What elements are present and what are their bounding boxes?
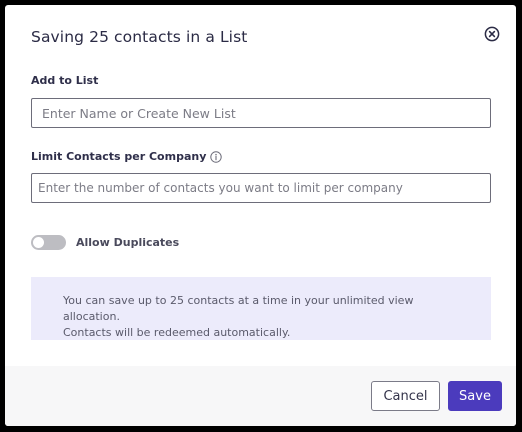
add-to-list-label: Add to List bbox=[31, 74, 99, 87]
dialog-title: Saving 25 contacts in a List bbox=[31, 28, 248, 46]
limit-contacts-label: Limit Contacts per Company bbox=[31, 150, 207, 163]
cancel-button[interactable]: Cancel bbox=[371, 381, 440, 411]
close-circle-icon bbox=[484, 26, 500, 42]
save-to-list-dialog: Saving 25 contacts in a List Add to List… bbox=[5, 5, 516, 426]
allow-duplicates-toggle[interactable] bbox=[31, 235, 66, 250]
info-icon[interactable] bbox=[210, 150, 223, 163]
allocation-notice: You can save up to 25 contacts at a time… bbox=[31, 277, 491, 340]
notice-line-2: Contacts will be redeemed automatically. bbox=[63, 326, 291, 339]
allow-duplicates-label: Allow Duplicates bbox=[76, 236, 180, 249]
toggle-knob bbox=[33, 237, 44, 248]
limit-contacts-label-row: Limit Contacts per Company bbox=[31, 150, 223, 163]
list-name-input[interactable] bbox=[31, 98, 491, 128]
save-button[interactable]: Save bbox=[448, 381, 502, 411]
dialog-footer: Cancel Save bbox=[5, 366, 516, 426]
allow-duplicates-row: Allow Duplicates bbox=[31, 235, 179, 250]
close-button[interactable] bbox=[484, 26, 500, 42]
limit-per-company-input[interactable] bbox=[31, 173, 491, 203]
notice-line-1: You can save up to 25 contacts at a time… bbox=[63, 294, 414, 323]
